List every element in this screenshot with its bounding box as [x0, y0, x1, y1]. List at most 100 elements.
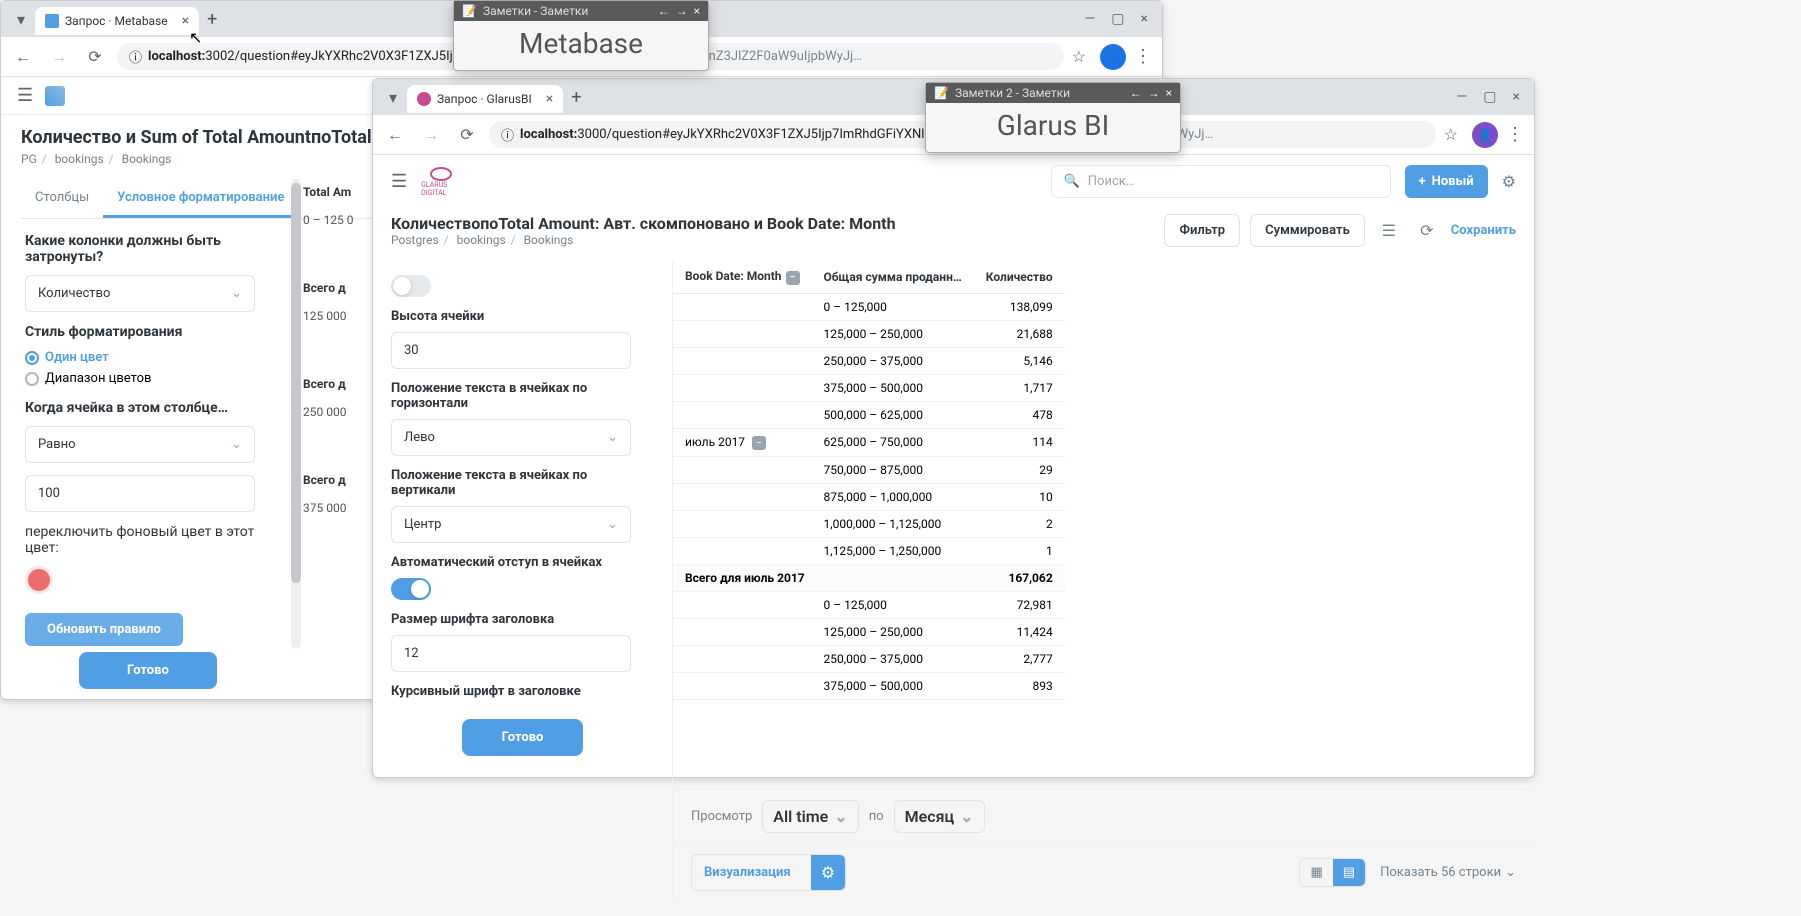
close-tab-icon[interactable]: ×	[546, 91, 553, 107]
reload-icon[interactable]: ⟳	[81, 43, 109, 71]
crumb-bookings[interactable]: bookings	[55, 152, 104, 166]
profile-avatar[interactable]: 👤	[1100, 44, 1126, 70]
close-tab-icon[interactable]: ×	[182, 13, 189, 29]
table-row[interactable]: 0 – 125,00072,981	[673, 592, 1065, 619]
back-icon[interactable]: ←	[658, 4, 670, 18]
close-icon[interactable]: ×	[1141, 11, 1148, 27]
radio-color-range[interactable]: Диапазон цветов	[25, 371, 287, 386]
done-button[interactable]: Готово	[79, 652, 217, 689]
table-row[interactable]: 0 – 125,000138,099	[673, 293, 1065, 320]
radio-single-color[interactable]: Один цвет	[25, 350, 287, 365]
col-total-amount[interactable]: Общая сумма проданн…	[812, 261, 974, 293]
table-row[interactable]: 250,000 – 375,0005,146	[673, 347, 1065, 374]
collapse-icon[interactable]: −	[752, 436, 766, 450]
update-rule-button[interactable]: Обновить правило	[25, 613, 183, 646]
cell-height-input[interactable]: 30	[391, 332, 631, 369]
table-row[interactable]: 125,000 – 250,00021,688	[673, 320, 1065, 347]
bookmark-icon[interactable]: ☆	[1072, 47, 1086, 66]
browser-tab[interactable]: Запрос · GlarusBI ×	[407, 85, 563, 113]
table-row[interactable]: 250,000 – 375,0002,777	[673, 646, 1065, 673]
back-icon[interactable]: ←	[1130, 86, 1142, 100]
table-row[interactable]: июль 2017 −625,000 – 750,000114	[673, 428, 1065, 457]
table-view-icon[interactable]: ▤	[1333, 859, 1365, 886]
col-book-date[interactable]: Book Date: Month−	[673, 261, 812, 293]
notes-titlebar[interactable]: 📝 Заметки - Заметки ←→×	[454, 1, 708, 21]
notes-titlebar[interactable]: 📝 Заметки 2 - Заметки ←→×	[926, 83, 1180, 103]
tab-dropdown-icon[interactable]: ▾	[7, 5, 35, 33]
maximize-icon[interactable]: ▢	[1111, 11, 1124, 27]
close-icon[interactable]: ×	[1166, 86, 1172, 100]
close-icon[interactable]: ×	[694, 4, 700, 18]
condition-value-input[interactable]: 100	[25, 475, 255, 512]
filter-button[interactable]: Фильтр	[1164, 214, 1240, 247]
table-row[interactable]: 1,000,000 – 1,125,0002	[673, 511, 1065, 538]
site-info-icon[interactable]: ⓘ	[129, 47, 142, 66]
bookmark-icon[interactable]: ☆	[1444, 125, 1458, 144]
condition-select[interactable]: Равно⌄	[25, 426, 255, 463]
new-tab-icon[interactable]: +	[207, 9, 217, 30]
table-row[interactable]: 125,000 – 250,00011,424	[673, 619, 1065, 646]
table-row[interactable]: 500,000 – 625,000478	[673, 401, 1065, 428]
header-font-input[interactable]: 12	[391, 635, 631, 672]
table-row[interactable]: 375,000 – 500,000893	[673, 673, 1065, 700]
time-range-select[interactable]: All time⌄	[762, 800, 858, 833]
editor-icon[interactable]: ☰	[1375, 217, 1403, 245]
refresh-icon[interactable]: ⟳	[1413, 217, 1441, 245]
save-link[interactable]: Сохранить	[1451, 223, 1516, 238]
sidebar-scrollbar[interactable]	[291, 179, 301, 649]
gear-icon[interactable]: ⚙	[811, 855, 845, 890]
col-count[interactable]: Количество	[974, 261, 1065, 293]
grid-view-icon[interactable]: ▦	[1300, 859, 1332, 886]
browser-menu-icon[interactable]: ⋮	[1506, 124, 1526, 145]
forward-icon[interactable]: →	[676, 4, 688, 18]
notes-window-2[interactable]: 📝 Заметки 2 - Заметки ←→× Glarus BI	[925, 82, 1181, 153]
view-toggle[interactable]: ▦ ▤	[1299, 858, 1366, 887]
table-row[interactable]: 750,000 – 875,00029	[673, 457, 1065, 484]
crumb-pg[interactable]: PG	[21, 152, 37, 166]
new-tab-icon[interactable]: +	[571, 87, 581, 108]
profile-avatar[interactable]: 👤	[1472, 122, 1498, 148]
settings-toggle[interactable]	[391, 275, 431, 297]
summarize-button[interactable]: Суммировать	[1250, 214, 1365, 247]
new-button[interactable]: + Новый	[1405, 165, 1488, 198]
crumb-postgres[interactable]: Postgres	[391, 233, 439, 247]
tab-conditional-formatting[interactable]: Условное форматирование	[103, 180, 298, 218]
visualization-button[interactable]: Визуализация ⚙	[691, 854, 846, 891]
notes-body[interactable]: Metabase	[454, 21, 708, 70]
back-icon[interactable]: ←	[381, 121, 409, 149]
column-select[interactable]: Количество⌄	[25, 275, 255, 312]
done-button[interactable]: Готово	[462, 719, 584, 756]
sidebar-toggle-icon[interactable]: ☰	[391, 171, 407, 192]
v-align-select[interactable]: Центр⌄	[391, 506, 631, 543]
metabase-logo-icon[interactable]	[45, 86, 65, 106]
auto-indent-toggle[interactable]	[391, 578, 431, 600]
table-row[interactable]: 375,000 – 500,0001,717	[673, 374, 1065, 401]
color-swatch[interactable]	[25, 566, 53, 594]
collapse-icon[interactable]: −	[786, 271, 800, 285]
forward-icon[interactable]: →	[1148, 86, 1160, 100]
notes-window-1[interactable]: 📝 Заметки - Заметки ←→× Metabase	[453, 0, 709, 71]
tab-columns[interactable]: Столбцы	[21, 180, 103, 218]
crumb-table[interactable]: Bookings	[122, 152, 172, 166]
crumb-table[interactable]: Bookings	[524, 233, 574, 247]
close-icon[interactable]: ×	[1513, 89, 1520, 105]
maximize-icon[interactable]: ▢	[1483, 89, 1496, 105]
minimize-icon[interactable]: —	[1456, 89, 1467, 105]
table-row[interactable]: 1,125,000 – 1,250,0001	[673, 538, 1065, 565]
notes-body[interactable]: Glarus BI	[926, 103, 1180, 152]
table-row[interactable]: 875,000 – 1,000,00010	[673, 484, 1065, 511]
browser-tab[interactable]: Запрос · Metabase ×	[35, 7, 199, 35]
site-info-icon[interactable]: ⓘ	[501, 125, 514, 144]
back-icon[interactable]: ←	[9, 43, 37, 71]
row-count[interactable]: Показать 56 строки ⌄	[1380, 865, 1516, 880]
sidebar-toggle-icon[interactable]: ☰	[17, 85, 33, 106]
reload-icon[interactable]: ⟳	[453, 121, 481, 149]
glarus-logo[interactable]: GLARUS DIGITAL	[421, 167, 461, 197]
crumb-bookings[interactable]: bookings	[457, 233, 506, 247]
browser-menu-icon[interactable]: ⋮	[1134, 46, 1154, 67]
tab-dropdown-icon[interactable]: ▾	[379, 83, 407, 111]
minimize-icon[interactable]: —	[1084, 11, 1095, 27]
granularity-select[interactable]: Месяц⌄	[894, 800, 985, 833]
h-align-select[interactable]: Лево⌄	[391, 419, 631, 456]
search-input[interactable]: 🔍 Поиск…	[1051, 165, 1391, 198]
